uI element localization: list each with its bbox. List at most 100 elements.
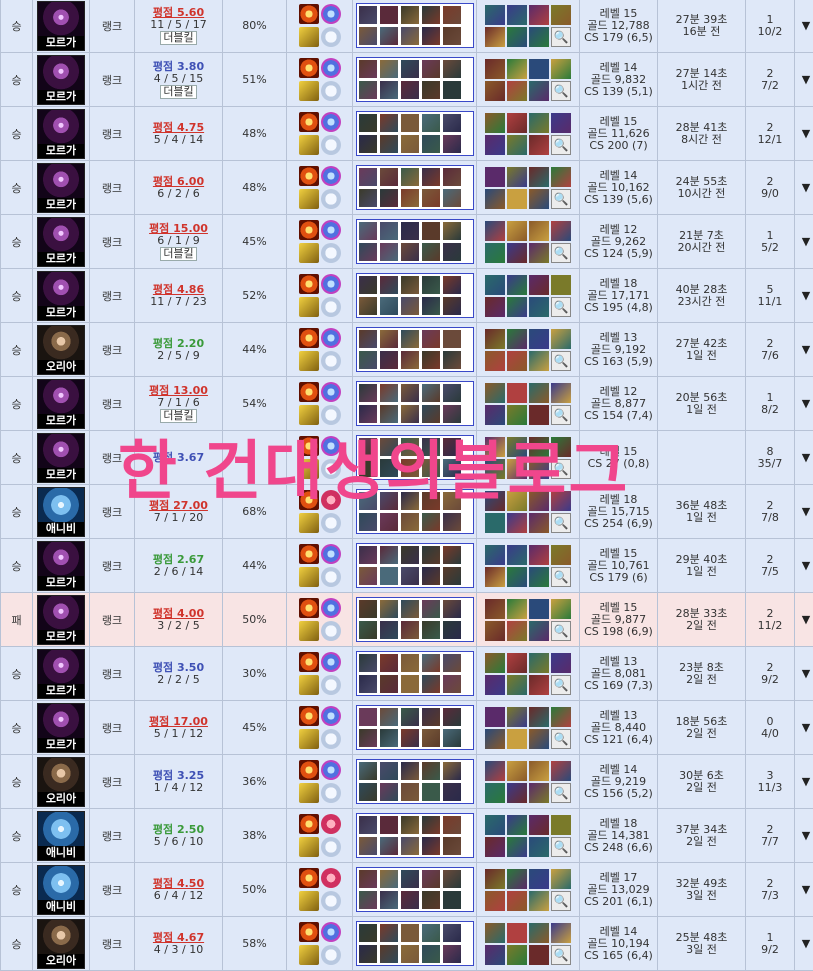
expand-arrow-icon[interactable]: ▼ <box>802 181 810 194</box>
expand-cell[interactable]: ▼ <box>795 755 813 809</box>
participant-champion-icon[interactable] <box>380 708 398 726</box>
expand-arrow-icon[interactable]: ▼ <box>802 775 810 788</box>
champion-cell[interactable]: 애니비 <box>33 809 90 863</box>
participant-champion-icon[interactable] <box>359 168 377 186</box>
participant-champion-icon[interactable] <box>359 924 377 942</box>
champion-portrait[interactable]: 오리아 <box>37 325 85 375</box>
participant-champion-icon[interactable] <box>380 459 398 477</box>
participant-champion-icon[interactable] <box>443 762 461 780</box>
participant-champion-icon[interactable] <box>380 384 398 402</box>
champion-cell[interactable]: 모르가 <box>33 269 90 323</box>
participant-champion-icon[interactable] <box>422 546 440 564</box>
participant-champion-icon[interactable] <box>359 243 377 261</box>
expand-cell[interactable]: ▼ <box>795 269 813 323</box>
participant-champion-icon[interactable] <box>401 870 419 888</box>
participant-champion-icon[interactable] <box>443 816 461 834</box>
participant-champion-icon[interactable] <box>359 189 377 207</box>
participant-champion-icon[interactable] <box>359 600 377 618</box>
search-icon[interactable]: 🔍 <box>551 729 571 749</box>
participant-champion-icon[interactable] <box>422 351 440 369</box>
participant-champion-icon[interactable] <box>380 351 398 369</box>
champion-portrait[interactable]: 모르가 <box>37 379 85 429</box>
participant-champion-icon[interactable] <box>422 297 440 315</box>
participant-champion-icon[interactable] <box>443 243 461 261</box>
participant-champion-icon[interactable] <box>401 600 419 618</box>
participant-champion-icon[interactable] <box>380 135 398 153</box>
participant-champion-icon[interactable] <box>443 384 461 402</box>
participant-champion-icon[interactable] <box>422 222 440 240</box>
participant-champion-icon[interactable] <box>359 675 377 693</box>
participant-champion-icon[interactable] <box>401 891 419 909</box>
participant-champion-icon[interactable] <box>401 654 419 672</box>
participant-champion-icon[interactable] <box>359 276 377 294</box>
champion-portrait[interactable]: 모르가 <box>37 433 85 483</box>
match-row[interactable]: 승오리아랭크평점 3.251 / 4 / 1236%🔍레벨 14골드 9,219… <box>1 755 813 809</box>
participant-champion-icon[interactable] <box>401 135 419 153</box>
participant-champion-icon[interactable] <box>422 654 440 672</box>
participant-champion-icon[interactable] <box>380 546 398 564</box>
participant-champion-icon[interactable] <box>380 438 398 456</box>
participant-champion-icon[interactable] <box>359 567 377 585</box>
participant-champion-icon[interactable] <box>443 168 461 186</box>
champion-portrait[interactable]: 모르가 <box>37 1 85 51</box>
participant-champion-icon[interactable] <box>380 924 398 942</box>
champion-cell[interactable]: 애니비 <box>33 485 90 539</box>
participant-champion-icon[interactable] <box>443 330 461 348</box>
participant-champion-icon[interactable] <box>359 27 377 45</box>
champion-cell[interactable]: 모르가 <box>33 593 90 647</box>
participant-champion-icon[interactable] <box>443 945 461 963</box>
expand-cell[interactable]: ▼ <box>795 107 813 161</box>
expand-arrow-icon[interactable]: ▼ <box>802 559 810 572</box>
match-row[interactable]: 승모르가랭크평점 4.8611 / 7 / 2352%🔍레벨 18골드 17,1… <box>1 269 813 323</box>
expand-cell[interactable]: ▼ <box>795 701 813 755</box>
search-icon[interactable]: 🔍 <box>551 621 571 641</box>
participant-champion-icon[interactable] <box>380 837 398 855</box>
participant-champion-icon[interactable] <box>422 891 440 909</box>
participant-champion-icon[interactable] <box>443 546 461 564</box>
expand-arrow-icon[interactable]: ▼ <box>802 721 810 734</box>
participant-champion-icon[interactable] <box>380 513 398 531</box>
participant-champion-icon[interactable] <box>443 654 461 672</box>
participant-champion-icon[interactable] <box>359 60 377 78</box>
participant-champion-icon[interactable] <box>422 276 440 294</box>
champion-cell[interactable]: 모르가 <box>33 539 90 593</box>
match-row[interactable]: 승모르가랭크평점 6.006 / 2 / 648%🔍레벨 14골드 10,162… <box>1 161 813 215</box>
participant-champion-icon[interactable] <box>422 135 440 153</box>
participant-champion-icon[interactable] <box>422 168 440 186</box>
participant-champion-icon[interactable] <box>422 870 440 888</box>
participant-champion-icon[interactable] <box>422 405 440 423</box>
participant-champion-icon[interactable] <box>422 729 440 747</box>
champion-portrait[interactable]: 모르가 <box>37 163 85 213</box>
search-icon[interactable]: 🔍 <box>551 27 571 47</box>
expand-cell[interactable]: ▼ <box>795 0 813 53</box>
participant-champion-icon[interactable] <box>359 351 377 369</box>
participant-champion-icon[interactable] <box>422 816 440 834</box>
participant-champion-icon[interactable] <box>380 945 398 963</box>
participant-champion-icon[interactable] <box>443 567 461 585</box>
participant-champion-icon[interactable] <box>401 438 419 456</box>
participant-champion-icon[interactable] <box>401 816 419 834</box>
participant-champion-icon[interactable] <box>359 135 377 153</box>
participant-champion-icon[interactable] <box>380 189 398 207</box>
expand-cell[interactable]: ▼ <box>795 917 813 971</box>
participant-champion-icon[interactable] <box>443 492 461 510</box>
participant-champion-icon[interactable] <box>422 6 440 24</box>
participant-champion-icon[interactable] <box>422 438 440 456</box>
expand-arrow-icon[interactable]: ▼ <box>802 505 810 518</box>
participant-champion-icon[interactable] <box>443 135 461 153</box>
expand-arrow-icon[interactable]: ▼ <box>802 343 810 356</box>
participant-champion-icon[interactable] <box>380 729 398 747</box>
champion-cell[interactable]: 모르가 <box>33 161 90 215</box>
search-icon[interactable]: 🔍 <box>551 837 571 857</box>
participant-champion-icon[interactable] <box>443 114 461 132</box>
participant-champion-icon[interactable] <box>422 243 440 261</box>
participant-champion-icon[interactable] <box>401 297 419 315</box>
expand-arrow-icon[interactable]: ▼ <box>802 19 810 32</box>
search-icon[interactable]: 🔍 <box>551 243 571 263</box>
expand-cell[interactable]: ▼ <box>795 593 813 647</box>
champion-cell[interactable]: 모르가 <box>33 215 90 269</box>
champion-portrait[interactable]: 모르가 <box>37 109 85 159</box>
participant-champion-icon[interactable] <box>401 60 419 78</box>
participant-champion-icon[interactable] <box>380 297 398 315</box>
participant-champion-icon[interactable] <box>443 189 461 207</box>
